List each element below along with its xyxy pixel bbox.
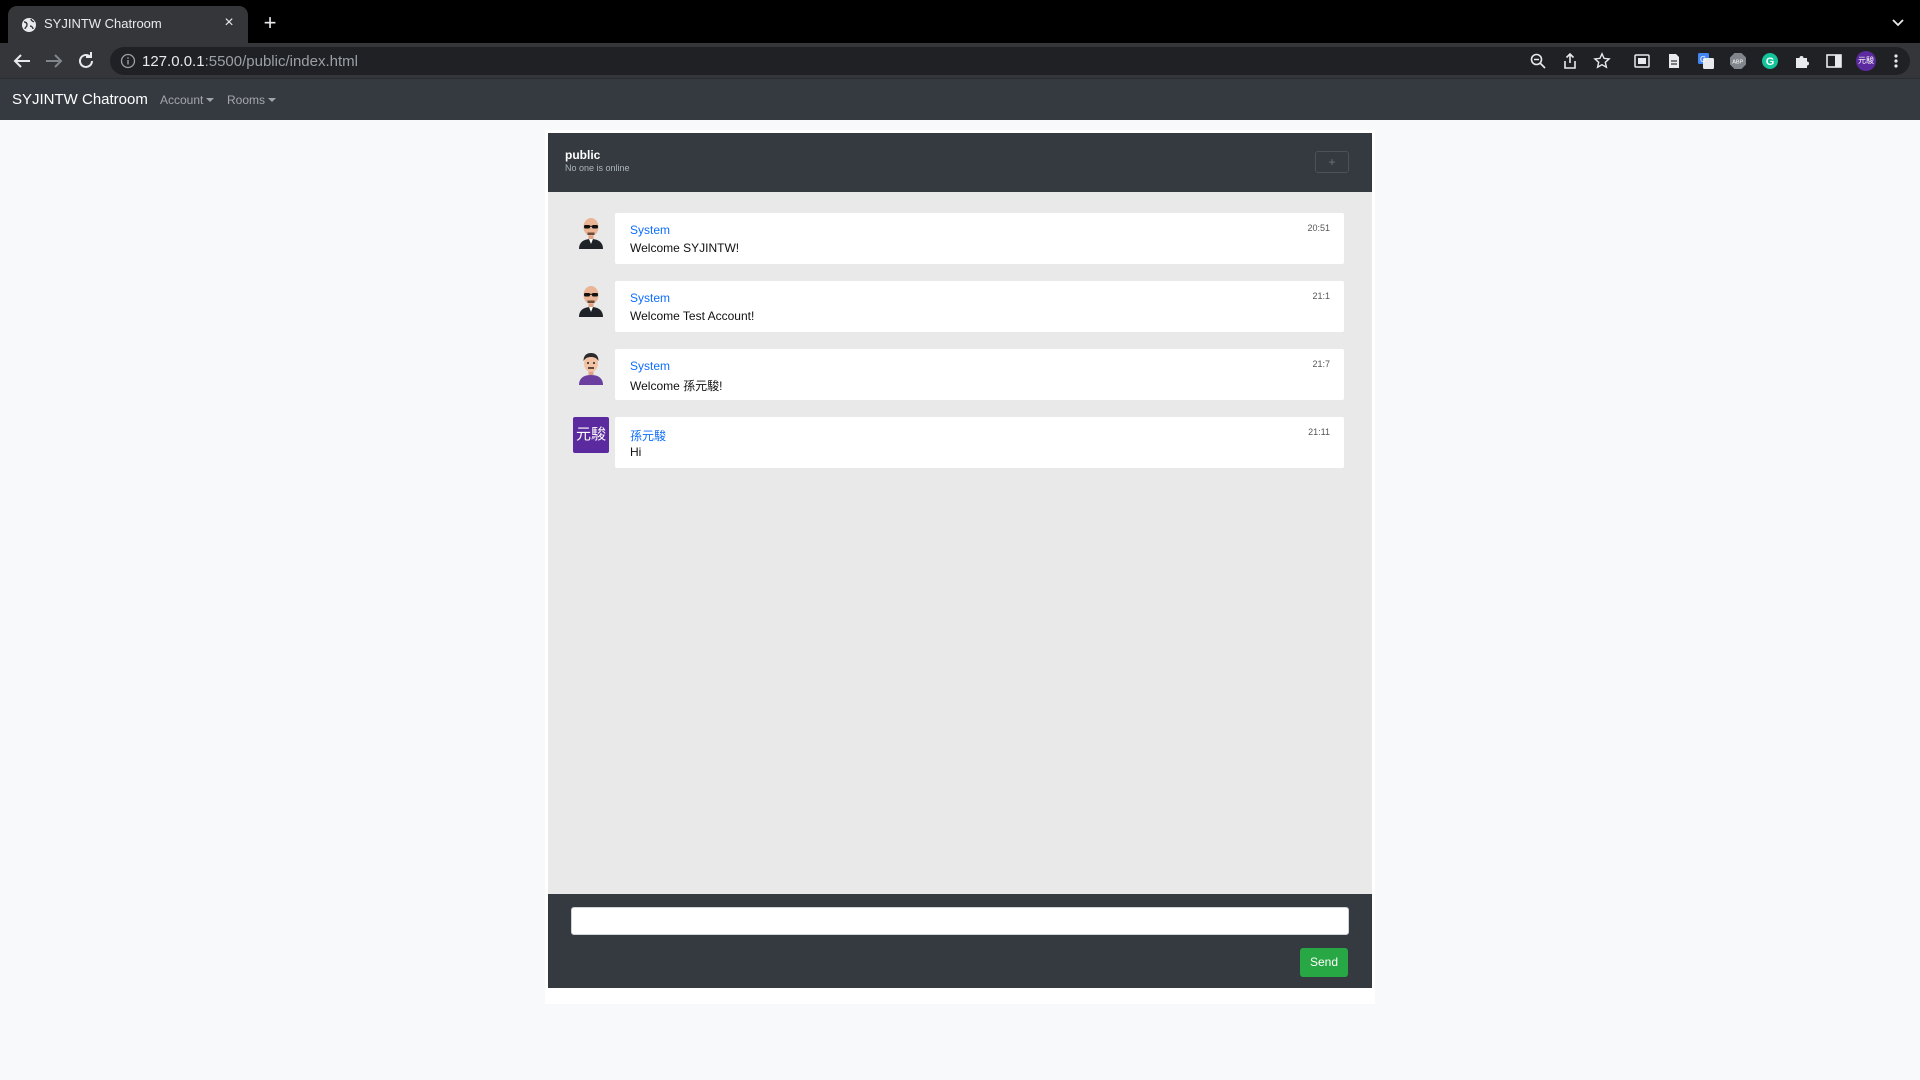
message-item: System Welcome Test Account! 21:1	[548, 281, 1372, 333]
user-avatar: 元駿	[573, 417, 609, 453]
bookmark-star-icon[interactable]	[1593, 52, 1611, 70]
message-text: Welcome 孫元駿!	[630, 379, 723, 393]
rooms-dropdown-label: Rooms	[227, 93, 266, 107]
message-text: Welcome SYJINTW!	[630, 241, 740, 255]
svg-text:G: G	[1700, 55, 1706, 64]
browser-toolbar: 127.0.0.1:5500/public/index.html	[0, 43, 1920, 78]
translate-icon[interactable]: G	[1697, 52, 1715, 70]
message-sender[interactable]: System	[630, 223, 670, 237]
man-purple-shirt-avatar	[579, 353, 603, 385]
message-time: 20:51	[1307, 223, 1330, 233]
zoom-icon[interactable]	[1529, 52, 1547, 70]
message-item: 元駿 孫元駿 Hi 21:11	[548, 417, 1372, 469]
message-list[interactable]: System Welcome SYJINTW! 20:51 System Wel…	[548, 192, 1372, 894]
message-composer: Send	[548, 894, 1372, 988]
message-sender[interactable]: System	[630, 359, 670, 373]
adblock-icon[interactable]: ABP	[1729, 52, 1747, 70]
url-host: 127.0.0.1	[142, 53, 205, 70]
message-bubble: System Welcome SYJINTW! 20:51	[615, 213, 1344, 264]
add-member-button[interactable]: +	[1315, 151, 1349, 173]
account-dropdown[interactable]: Account	[160, 93, 215, 107]
new-tab-button[interactable]: +	[258, 12, 282, 36]
app-navbar: SYJINTW Chatroom Account Rooms	[0, 78, 1920, 120]
rooms-dropdown[interactable]: Rooms	[227, 93, 277, 107]
side-panel-icon[interactable]	[1825, 52, 1843, 70]
message-bubble: System Welcome 孫元駿! 21:7	[615, 349, 1344, 400]
message-time: 21:7	[1312, 359, 1330, 369]
message-time: 21:1	[1312, 291, 1330, 301]
reload-icon[interactable]	[74, 49, 98, 73]
bald-man-sunglasses-avatar	[579, 286, 603, 317]
profile-avatar[interactable]: 元駿	[1856, 51, 1876, 71]
media-icon[interactable]	[1633, 52, 1651, 70]
navbar-brand[interactable]: SYJINTW Chatroom	[12, 91, 148, 108]
tab-close-icon[interactable]: ×	[220, 14, 238, 32]
globe-icon	[22, 18, 36, 32]
svg-text:G: G	[1766, 56, 1775, 68]
chat-header: public No one is online +	[548, 133, 1372, 192]
message-bubble: System Welcome Test Account! 21:1	[615, 281, 1344, 332]
caret-down-icon	[268, 98, 277, 102]
account-dropdown-label: Account	[160, 93, 204, 107]
browser-tab[interactable]: SYJINTW Chatroom ×	[8, 6, 248, 43]
message-sender[interactable]: System	[630, 291, 670, 305]
online-status: No one is online	[565, 163, 630, 173]
tab-title: SYJINTW Chatroom	[44, 16, 162, 31]
grammarly-icon[interactable]: G	[1761, 52, 1779, 70]
send-button[interactable]: Send	[1300, 948, 1348, 977]
message-sender[interactable]: 孫元駿	[630, 427, 666, 444]
message-item: System Welcome 孫元駿! 21:7	[548, 349, 1372, 401]
caret-down-icon	[206, 98, 215, 102]
site-info-icon[interactable]	[120, 53, 136, 69]
kebab-menu-icon[interactable]	[1887, 52, 1905, 70]
svg-text:ABP: ABP	[1732, 60, 1743, 66]
message-text: Hi	[630, 445, 642, 459]
tab-search-chevron-icon[interactable]	[1890, 14, 1906, 30]
url-path: :5500/public/index.html	[204, 53, 358, 70]
url-text: 127.0.0.1:5500/public/index.html	[142, 53, 358, 70]
extensions-puzzle-icon[interactable]	[1793, 52, 1811, 70]
document-icon[interactable]	[1665, 52, 1683, 70]
bald-man-sunglasses-avatar	[579, 218, 603, 249]
browser-tabstrip: SYJINTW Chatroom × +	[0, 0, 1920, 43]
message-text: Welcome Test Account!	[630, 309, 755, 323]
forward-arrow-icon[interactable]	[42, 49, 66, 73]
message-bubble: 孫元駿 Hi 21:11	[615, 417, 1344, 468]
message-time: 21:11	[1308, 427, 1330, 437]
message-input[interactable]	[571, 907, 1349, 935]
back-arrow-icon[interactable]	[10, 49, 34, 73]
share-icon[interactable]	[1561, 52, 1579, 70]
room-name: public	[565, 148, 601, 162]
message-item: System Welcome SYJINTW! 20:51	[548, 213, 1372, 265]
